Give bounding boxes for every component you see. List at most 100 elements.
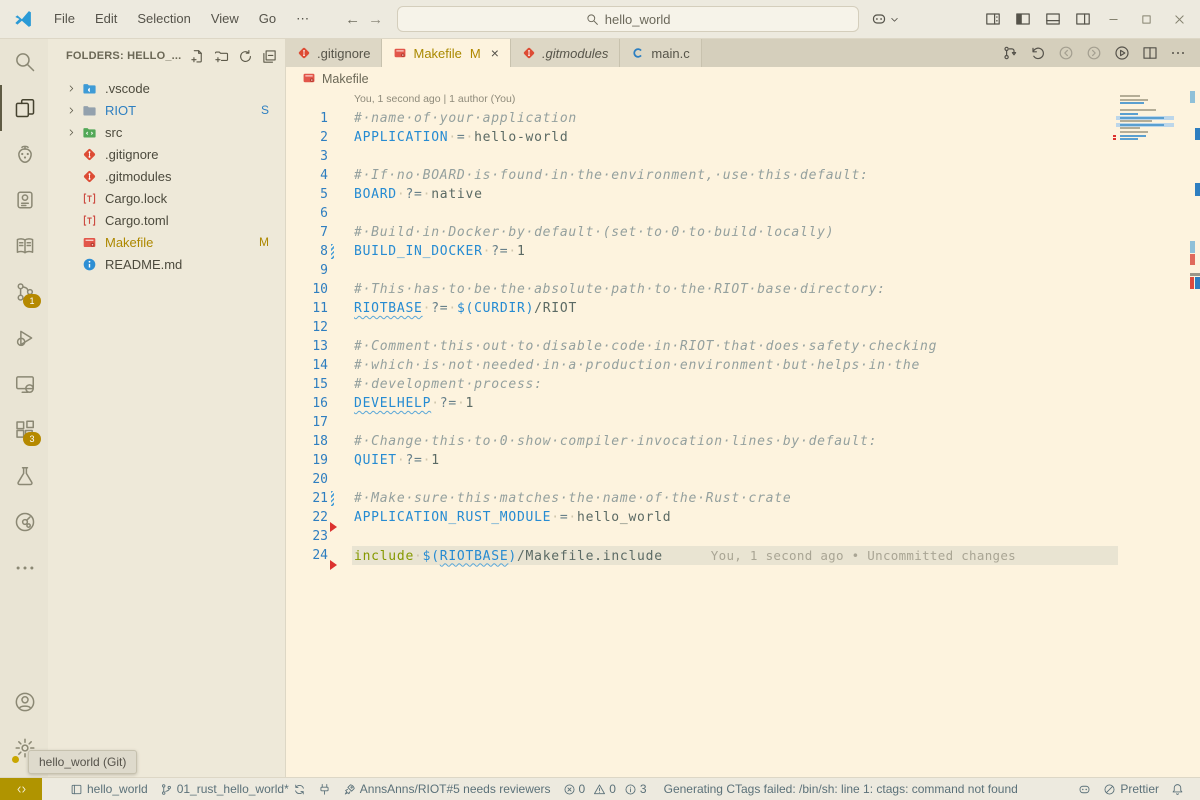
forward-button[interactable]: → [368, 11, 383, 28]
line-number[interactable]: 6 [286, 206, 328, 221]
code-line-7[interactable]: 7#·Build·in·Docker·by·default·(set·to·0·… [286, 223, 1200, 242]
tab-makefile[interactable]: MakefileM× [382, 39, 510, 67]
toggle-secondary-sidebar-icon[interactable] [1075, 11, 1091, 27]
tree-item-gitignore[interactable]: .gitignore [48, 143, 285, 165]
line-number[interactable]: 12 [286, 320, 328, 335]
code-line-12[interactable]: 12 [286, 318, 1200, 337]
tab-mainc[interactable]: main.c [620, 39, 701, 67]
line-number[interactable]: 18 [286, 434, 328, 449]
activity-explorer-button[interactable] [0, 85, 48, 131]
code-line-9[interactable]: 9 [286, 261, 1200, 280]
line-number[interactable]: 17 [286, 415, 328, 430]
line-number[interactable]: 15 [286, 377, 328, 392]
activity-extensions-button[interactable]: 3 [0, 407, 48, 453]
menu-selection[interactable]: Selection [129, 7, 198, 31]
close-tab-icon[interactable]: × [491, 46, 499, 60]
line-number[interactable]: 5 [286, 187, 328, 202]
status-bell[interactable] [1165, 778, 1190, 800]
tree-item-vscode[interactable]: .vscode [48, 77, 285, 99]
menu-file[interactable]: File [46, 7, 83, 31]
code-line-5[interactable]: 5BOARD·?=·native [286, 185, 1200, 204]
activity-testing-button[interactable] [0, 453, 48, 499]
activity-berry-button[interactable] [0, 131, 48, 177]
problems-status[interactable]: 003 [557, 778, 658, 800]
tree-item-makefile[interactable]: MakefileM [48, 231, 285, 253]
menu-view[interactable]: View [203, 7, 247, 31]
codelens[interactable]: You, 1 second ago | 1 author (You) [354, 93, 515, 105]
status-copilot[interactable] [1072, 778, 1097, 800]
code-line-4[interactable]: 4#·If·no·BOARD·is·found·in·the·environme… [286, 166, 1200, 185]
activity-book-button[interactable] [0, 223, 48, 269]
code-line-15[interactable]: 15#·development·process: [286, 375, 1200, 394]
minimize-icon[interactable] [1107, 13, 1120, 26]
breadcrumb[interactable]: Makefile [286, 67, 1200, 91]
code-line-17[interactable]: 17 [286, 413, 1200, 432]
line-number[interactable]: 3 [286, 149, 328, 164]
line-number[interactable]: 7 [286, 225, 328, 240]
line-number[interactable]: 9 [286, 263, 328, 278]
line-number[interactable]: 20 [286, 472, 328, 487]
code-line-6[interactable]: 6 [286, 204, 1200, 223]
code-line-24[interactable]: 24include·$(RIOTBASE)/Makefile.includeYo… [286, 546, 1200, 565]
line-number[interactable]: 2 [286, 130, 328, 145]
tree-item-cargolock[interactable]: Cargo.lock [48, 187, 285, 209]
code-line-21[interactable]: 21#·Make·sure·this·matches·the·name·of·t… [286, 489, 1200, 508]
menu-go[interactable]: Go [251, 7, 284, 31]
code-line-18[interactable]: 18#·Change·this·to·0·show·compiler·invoc… [286, 432, 1200, 451]
compare-changes-icon[interactable] [1002, 45, 1018, 61]
status-slash-circle[interactable]: Prettier [1097, 778, 1165, 800]
minimap[interactable] [1120, 91, 1172, 147]
line-number[interactable]: 4 [286, 168, 328, 183]
code-line-2[interactable]: 2APPLICATION·=·hello-world [286, 128, 1200, 147]
copilot-menu-button[interactable] [871, 11, 900, 27]
status-message[interactable]: Generating CTags failed: /bin/sh: line 1… [658, 778, 1024, 800]
line-number[interactable]: 23 [286, 529, 328, 544]
refresh-icon[interactable] [238, 49, 253, 64]
code-line-3[interactable]: 3 [286, 147, 1200, 166]
activity-board-button[interactable] [0, 177, 48, 223]
close-icon[interactable] [1173, 13, 1186, 26]
code-line-11[interactable]: 11RIOTBASE·?=·$(CURDIR)/RIOT [286, 299, 1200, 318]
line-number[interactable]: 19 [286, 453, 328, 468]
customize-layout-icon[interactable] [985, 11, 1001, 27]
status-branch[interactable]: 01_rust_hello_world* [154, 778, 312, 800]
status-repo[interactable]: hello_world [64, 778, 154, 800]
code-line-1[interactable]: 1#·name·of·your·application [286, 109, 1200, 128]
command-center-search[interactable]: hello_world [397, 6, 859, 32]
new-file-icon[interactable] [190, 49, 205, 64]
toggle-primary-sidebar-icon[interactable] [1015, 11, 1031, 27]
activity-source-control-button[interactable]: 1 [0, 269, 48, 315]
code-line-20[interactable]: 20 [286, 470, 1200, 489]
line-number[interactable]: 11 [286, 301, 328, 316]
code-line-14[interactable]: 14#·which·is·not·needed·in·a·production·… [286, 356, 1200, 375]
code-line-16[interactable]: 16DEVELHELP·?=·1 [286, 394, 1200, 413]
split-editor-icon[interactable] [1142, 45, 1158, 61]
toggle-panel-icon[interactable] [1045, 11, 1061, 27]
activity-more-tools-button[interactable] [0, 545, 48, 591]
line-number[interactable]: 13 [286, 339, 328, 354]
code-line-23[interactable]: 23 [286, 527, 1200, 546]
tab-gitmodules[interactable]: .gitmodules [511, 39, 620, 67]
code-editor[interactable]: You, 1 second ago | 1 author (You) 1#·na… [286, 91, 1200, 777]
new-folder-icon[interactable] [214, 49, 229, 64]
code-line-8[interactable]: 8BUILD_IN_DOCKER·?=·1 [286, 242, 1200, 261]
tree-item-riot[interactable]: RIOTS [48, 99, 285, 121]
menu-[interactable]: ⋯ [288, 7, 317, 31]
activity-remote-explorer-button[interactable] [0, 361, 48, 407]
activity-run-debug-button[interactable] [0, 315, 48, 361]
status-rocket[interactable]: AnnsAnns/RIOT#5 needs reviewers [337, 778, 557, 800]
tree-item-gitmodules[interactable]: .gitmodules [48, 165, 285, 187]
code-line-13[interactable]: 13#·Comment·this·out·to·disable·code·in·… [286, 337, 1200, 356]
more-actions-icon[interactable] [1170, 45, 1186, 61]
activity-account-button[interactable] [0, 679, 48, 725]
maximize-icon[interactable] [1140, 13, 1153, 26]
remote-indicator[interactable] [0, 778, 42, 800]
line-number[interactable]: 8 [286, 244, 328, 259]
line-number[interactable]: 24 [286, 548, 328, 563]
run-icon[interactable] [1114, 45, 1130, 61]
line-number[interactable]: 16 [286, 396, 328, 411]
collapse-all-icon[interactable] [262, 49, 277, 64]
tree-item-readmemd[interactable]: README.md [48, 253, 285, 275]
code-line-22[interactable]: 22APPLICATION_RUST_MODULE·=·hello_world [286, 508, 1200, 527]
line-number[interactable]: 14 [286, 358, 328, 373]
